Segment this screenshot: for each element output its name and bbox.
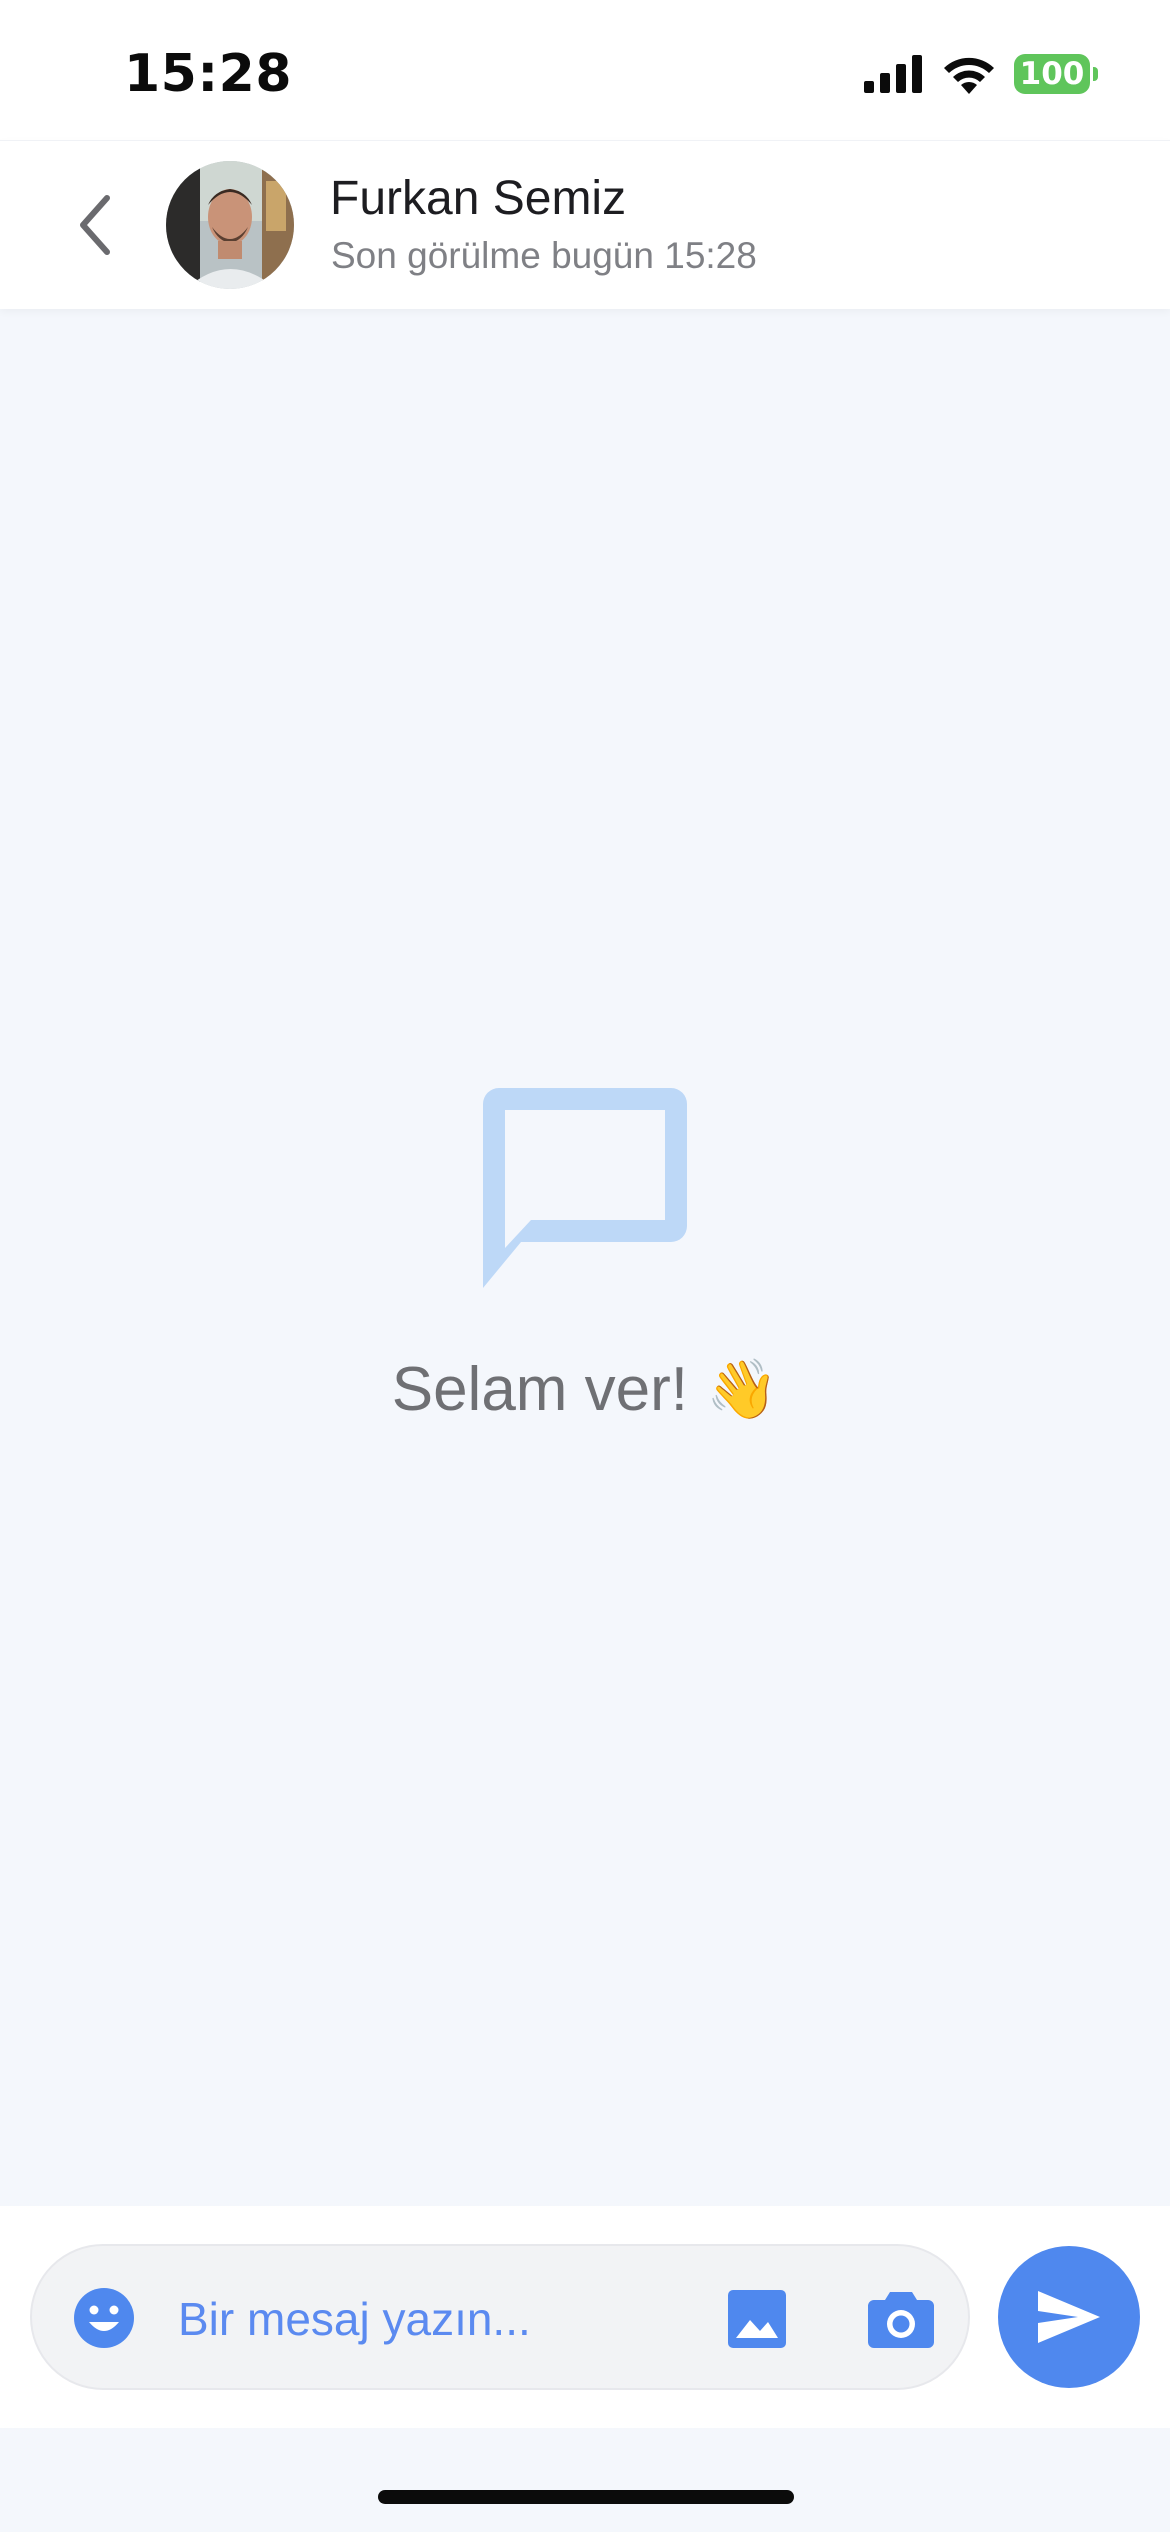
emoji-button[interactable] (72, 2286, 136, 2350)
empty-state-message: Selam ver! 👋 (392, 1354, 779, 1425)
avatar-photo (166, 161, 294, 289)
avatar[interactable] (166, 161, 294, 289)
send-icon (1038, 2291, 1100, 2343)
message-composer (0, 2206, 1170, 2428)
chat-bubble-icon (483, 1088, 687, 1288)
wifi-icon (944, 57, 994, 94)
message-input-container (30, 2244, 970, 2390)
greeting-text: Selam ver! (391, 1355, 689, 1424)
empty-conversation-state: Selam ver! 👋 (0, 1088, 1170, 1425)
last-seen-status: Son görülme bugün 15:28 (331, 235, 757, 276)
back-chevron-icon (80, 195, 110, 255)
home-indicator[interactable] (378, 2490, 794, 2504)
contact-name[interactable]: Furkan Semiz (330, 171, 626, 226)
camera-icon (868, 2292, 934, 2348)
camera-button[interactable] (866, 2286, 936, 2352)
status-time: 15:28 (124, 44, 293, 104)
cellular-signal-icon (864, 55, 922, 93)
message-input[interactable] (176, 2280, 700, 2358)
battery-level: 100 (1019, 56, 1085, 92)
chat-screen: 15:28 100 Furkan Semiz Son görülme bugün… (0, 0, 1170, 2532)
status-icons: 100 (864, 54, 1098, 94)
back-button[interactable] (60, 185, 130, 265)
send-button[interactable] (998, 2246, 1140, 2388)
image-icon (728, 2290, 786, 2348)
battery-icon: 100 (1014, 54, 1098, 94)
chat-header: Furkan Semiz Son görülme bugün 15:28 (0, 140, 1170, 309)
gallery-button[interactable] (724, 2286, 790, 2352)
status-bar: 15:28 100 (0, 0, 1170, 140)
waving-hand-emoji: 👋 (706, 1356, 779, 1422)
emoji-icon (74, 2288, 134, 2348)
